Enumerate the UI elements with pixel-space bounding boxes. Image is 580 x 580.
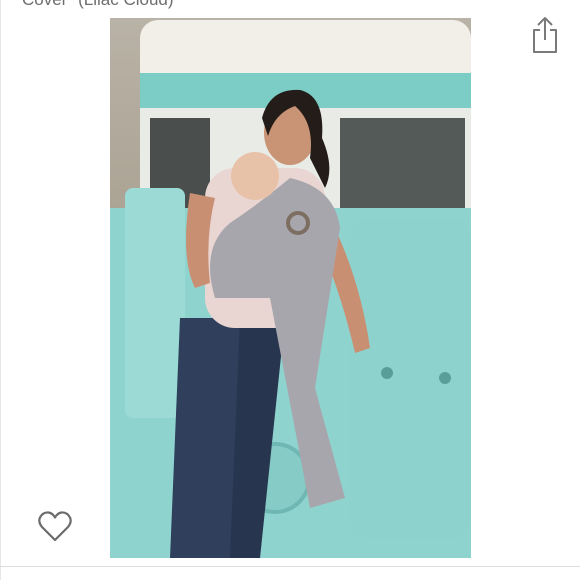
bottom-divider (0, 566, 580, 567)
left-divider (0, 0, 1, 580)
share-icon (533, 17, 557, 53)
product-photo (110, 18, 471, 558)
share-button[interactable] (528, 14, 562, 56)
product-title: Cover" (Lilac Cloud) (22, 0, 174, 10)
product-image[interactable] (110, 18, 471, 558)
heart-outline-icon (38, 511, 72, 542)
favorite-button[interactable] (34, 506, 76, 546)
